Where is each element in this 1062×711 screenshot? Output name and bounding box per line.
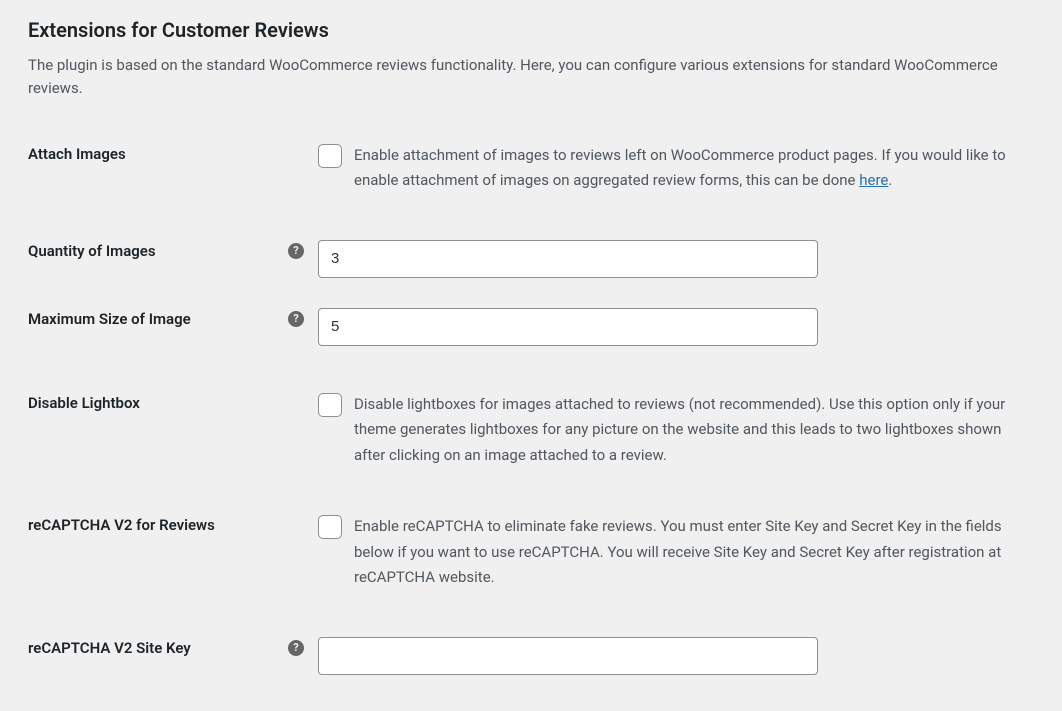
quantity-input[interactable] xyxy=(318,240,818,278)
attach-images-label: Attach Images xyxy=(28,145,126,163)
quantity-label: Quantity of Images xyxy=(28,242,156,260)
site-key-input[interactable] xyxy=(318,637,818,675)
recaptcha-label: reCAPTCHA V2 for Reviews xyxy=(28,516,215,534)
section-heading: Extensions for Customer Reviews xyxy=(28,10,1034,42)
site-key-row: reCAPTCHA V2 Site Key ? xyxy=(28,637,1034,675)
attach-images-checkbox[interactable] xyxy=(318,144,342,168)
site-key-label: reCAPTCHA V2 Site Key xyxy=(28,639,191,657)
section-description: The plugin is based on the standard WooC… xyxy=(28,54,1034,101)
attach-images-row: Attach Images Enable attachment of image… xyxy=(28,143,1034,194)
recaptcha-row: reCAPTCHA V2 for Reviews Enable reCAPTCH… xyxy=(28,514,1034,591)
max-size-row: Maximum Size of Image ? xyxy=(28,308,1034,346)
help-icon[interactable]: ? xyxy=(288,311,304,327)
recaptcha-checkbox[interactable] xyxy=(318,515,342,539)
max-size-label: Maximum Size of Image xyxy=(28,310,191,328)
disable-lightbox-label: Disable Lightbox xyxy=(28,394,140,412)
attach-images-here-link[interactable]: here xyxy=(859,171,888,189)
help-icon[interactable]: ? xyxy=(288,640,304,656)
max-size-input[interactable] xyxy=(318,308,818,346)
recaptcha-description: Enable reCAPTCHA to eliminate fake revie… xyxy=(354,514,1034,591)
help-icon[interactable]: ? xyxy=(288,243,304,259)
disable-lightbox-checkbox[interactable] xyxy=(318,393,342,417)
disable-lightbox-row: Disable Lightbox Disable lightboxes for … xyxy=(28,392,1034,469)
attach-images-description: Enable attachment of images to reviews l… xyxy=(354,143,1034,194)
quantity-row: Quantity of Images ? xyxy=(28,240,1034,278)
disable-lightbox-description: Disable lightboxes for images attached t… xyxy=(354,392,1034,469)
